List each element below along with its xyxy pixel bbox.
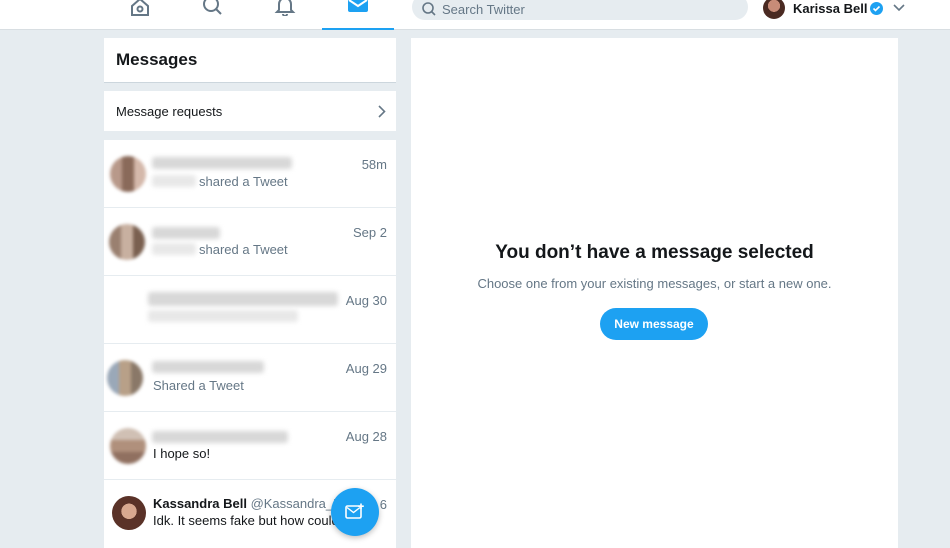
compose-message-button[interactable]	[331, 488, 379, 536]
redacted-name	[152, 431, 288, 443]
messages-header: Messages	[104, 38, 396, 83]
avatar	[110, 428, 146, 464]
verified-badge-icon	[870, 1, 884, 15]
avatar	[109, 224, 145, 260]
message-snippet: shared a Tweet	[199, 174, 288, 189]
message-snippet: I hope so!	[153, 446, 211, 461]
redacted-name	[152, 243, 196, 255]
timestamp: Aug 28	[345, 429, 387, 444]
page-title: Messages	[116, 50, 198, 69]
chevron-down-icon[interactable]	[893, 4, 906, 12]
message-snippet: shared a Tweet	[199, 242, 288, 257]
message-snippet: Shared a Tweet	[153, 378, 244, 393]
timestamp: Aug 30	[345, 293, 387, 308]
chevron-right-icon	[378, 104, 386, 118]
empty-state-title: You don’t have a message selected	[495, 242, 814, 263]
redacted-name	[152, 175, 196, 187]
empty-state-subtitle: Choose one from your existing messages, …	[477, 276, 832, 291]
avatar	[110, 156, 146, 192]
redacted-name	[152, 361, 264, 373]
top-nav-bar: Karissa Bell	[0, 0, 950, 30]
conversation-detail-panel: You don’t have a message selected Choose…	[411, 38, 898, 548]
avatar	[763, 0, 785, 19]
new-message-button[interactable]: New message	[600, 308, 708, 340]
user-name: Karissa Bell	[793, 0, 868, 16]
redacted-name	[152, 157, 292, 169]
sender-name: Kassandra Bell	[153, 496, 247, 511]
conversation-name: Kassandra Bell @Kassandra_Be	[153, 496, 349, 511]
account-menu[interactable]: Karissa Bell	[763, 0, 906, 20]
search-input[interactable]	[442, 0, 722, 17]
messages-icon[interactable]	[322, 0, 394, 30]
timestamp: 58m	[361, 157, 387, 172]
home-icon[interactable]	[104, 0, 176, 30]
conversation-item[interactable]: I hope so! Aug 28	[104, 412, 396, 480]
message-snippet: Idk. It seems fake but how could	[153, 513, 339, 528]
conversation-item[interactable]: shared a Tweet 58m	[104, 140, 396, 208]
search-icon[interactable]	[176, 0, 248, 30]
timestamp: Sep 2	[353, 225, 387, 240]
search-icon	[422, 2, 436, 16]
message-requests-label: Message requests	[116, 103, 223, 119]
messages-panel: Messages Message requests shared a Tweet…	[104, 38, 396, 548]
conversation-list: shared a Tweet 58m shared a Tweet Sep 2 …	[104, 140, 396, 548]
conversation-item[interactable]: Shared a Tweet Aug 29	[104, 344, 396, 412]
redacted-name	[152, 227, 220, 239]
avatar	[107, 360, 143, 396]
search-box[interactable]	[412, 0, 748, 20]
redacted-name	[148, 292, 338, 306]
compose-message-icon	[345, 503, 364, 519]
conversation-item[interactable]: Aug 30	[104, 276, 396, 344]
avatar	[112, 496, 146, 530]
conversation-item[interactable]: shared a Tweet Sep 2	[104, 208, 396, 276]
notifications-icon[interactable]	[249, 0, 321, 30]
timestamp: Aug 29	[345, 361, 387, 376]
message-requests-link[interactable]: Message requests	[104, 91, 396, 131]
redacted-snippet	[148, 310, 298, 322]
timestamp: 6	[379, 497, 387, 512]
